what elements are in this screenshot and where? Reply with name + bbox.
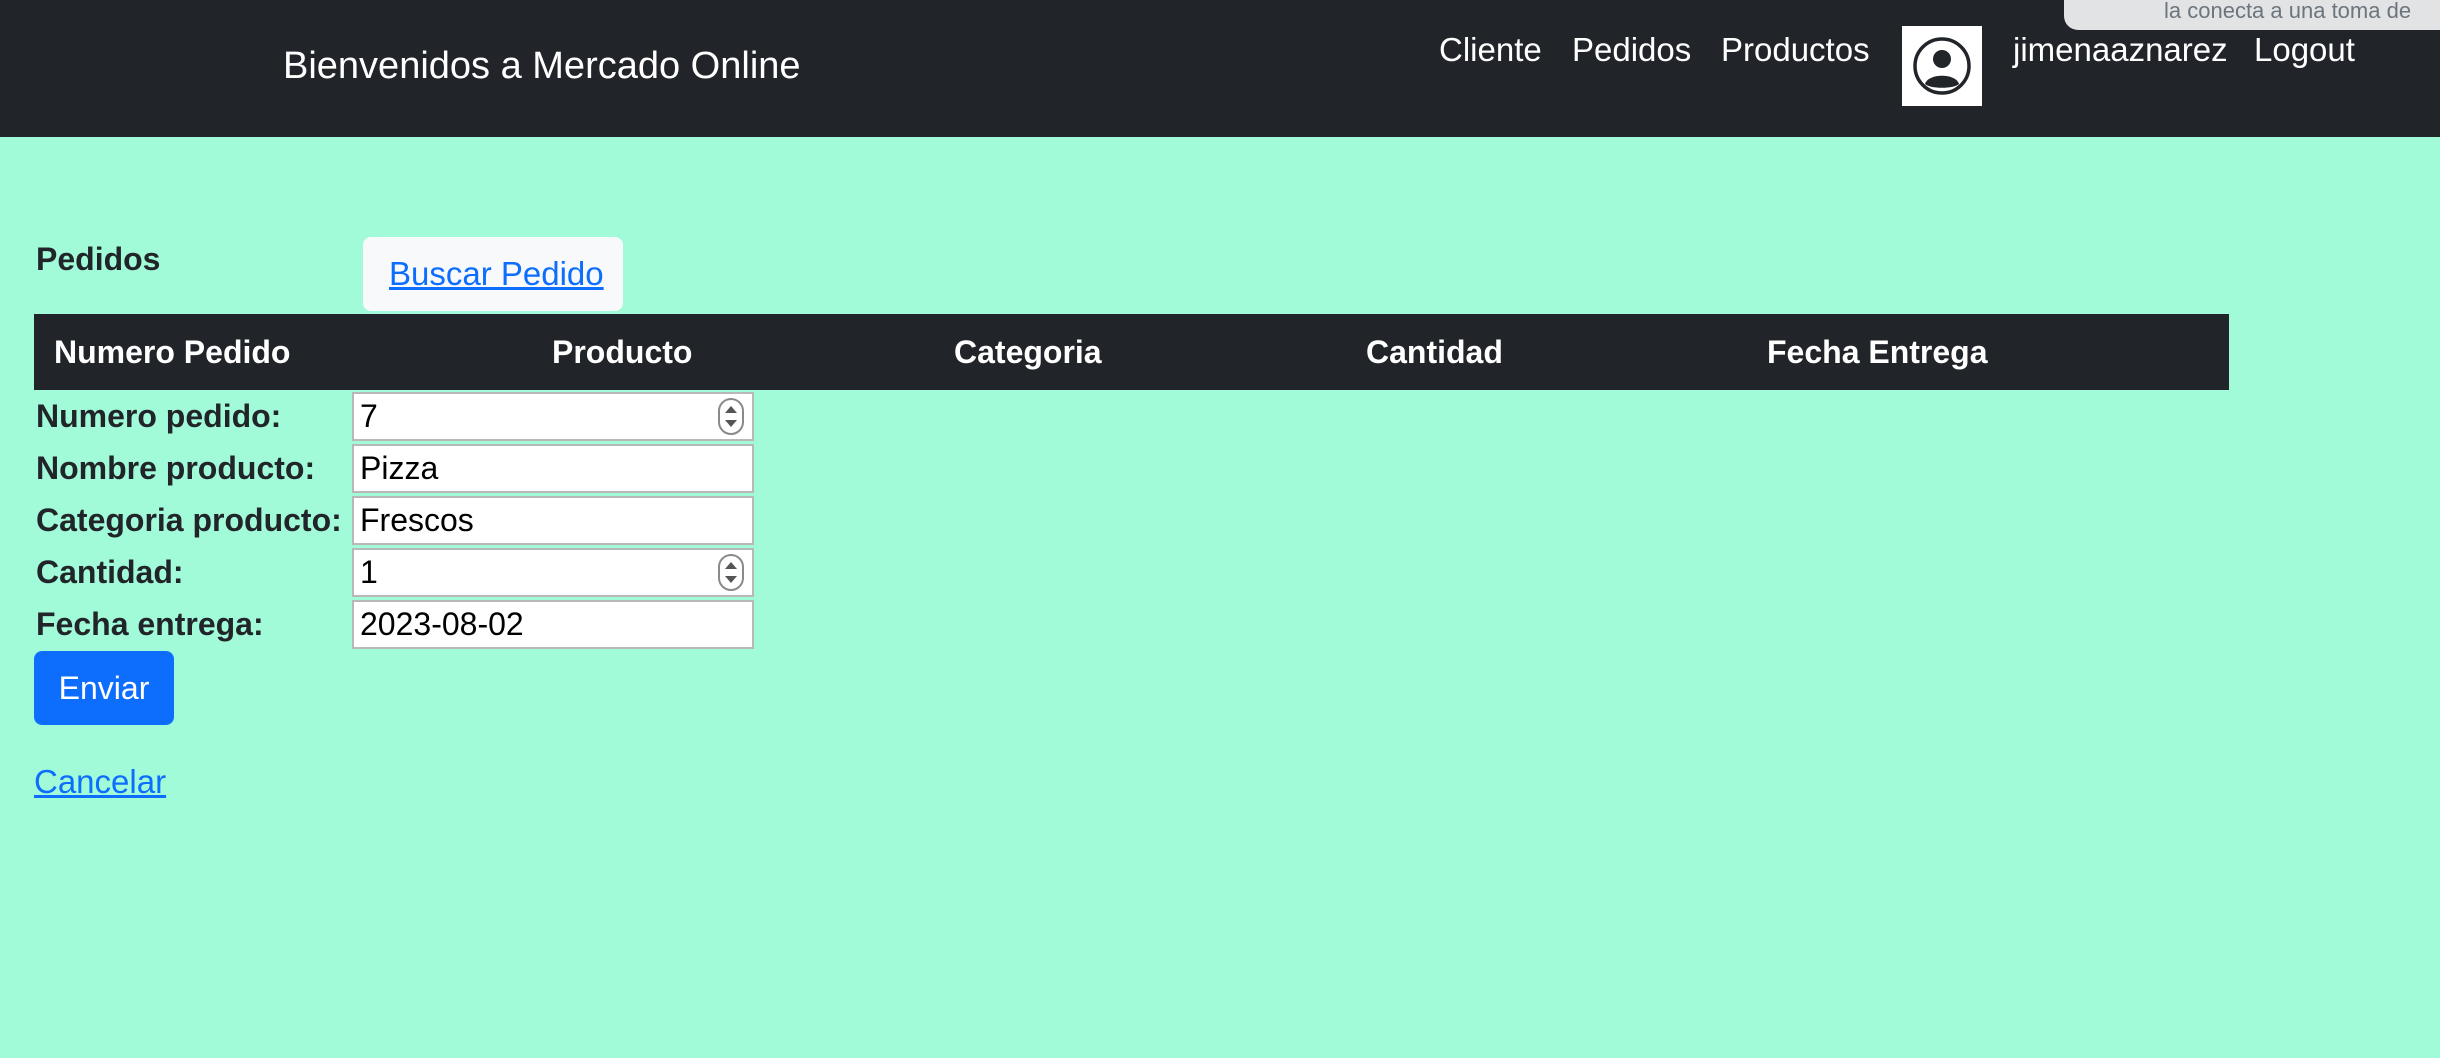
search-order-link[interactable]: Buscar Pedido (389, 252, 604, 296)
numero-pedido-stepper[interactable] (718, 398, 744, 435)
column-header-producto: Producto (552, 334, 693, 370)
search-order-container: Buscar Pedido (363, 237, 623, 311)
cantidad-stepper[interactable] (718, 554, 744, 591)
label-categoria-producto: Categoria producto: (36, 502, 342, 538)
nav-link-logout[interactable]: Logout (2254, 26, 2355, 74)
brand-title[interactable]: Bienvenidos a Mercado Online (283, 40, 801, 92)
categoria-producto-input[interactable] (352, 496, 754, 545)
notification-text: la conecta a una toma de (2164, 0, 2412, 23)
label-nombre-producto: Nombre producto: (36, 450, 316, 486)
nombre-producto-input[interactable] (352, 444, 754, 493)
section-title: Pedidos (36, 241, 161, 277)
stepper-down-icon[interactable] (725, 420, 737, 427)
stepper-up-icon[interactable] (725, 406, 737, 413)
column-header-cantidad: Cantidad (1366, 334, 1503, 370)
user-circle-icon (1913, 37, 1971, 95)
enviar-button[interactable]: Enviar (34, 651, 174, 725)
column-header-categoria: Categoria (954, 334, 1102, 370)
nav-link-cliente[interactable]: Cliente (1439, 26, 1542, 74)
user-avatar[interactable] (1902, 26, 1982, 106)
label-fecha-entrega: Fecha entrega: (36, 606, 264, 642)
stepper-down-icon[interactable] (725, 576, 737, 583)
top-navbar: Bienvenidos a Mercado Online Cliente Ped… (0, 0, 2440, 137)
cantidad-input[interactable] (352, 548, 754, 597)
fecha-entrega-input[interactable] (352, 600, 754, 649)
nav-username[interactable]: jimenaaznarez (2013, 26, 2228, 74)
label-numero-pedido: Numero pedido: (36, 398, 282, 434)
column-header-fecha-entrega: Fecha Entrega (1767, 334, 1988, 370)
nav-link-productos[interactable]: Productos (1721, 26, 1870, 74)
orders-table-header: Numero Pedido Producto Categoria Cantida… (34, 314, 2229, 390)
nav-link-pedidos[interactable]: Pedidos (1572, 26, 1691, 74)
notification-toast: la conecta a una toma de (2064, 0, 2440, 30)
stepper-up-icon[interactable] (725, 562, 737, 569)
label-cantidad: Cantidad: (36, 554, 184, 590)
cancelar-link[interactable]: Cancelar (34, 760, 166, 804)
column-header-numero-pedido: Numero Pedido (54, 334, 291, 370)
numero-pedido-input[interactable] (352, 392, 754, 441)
